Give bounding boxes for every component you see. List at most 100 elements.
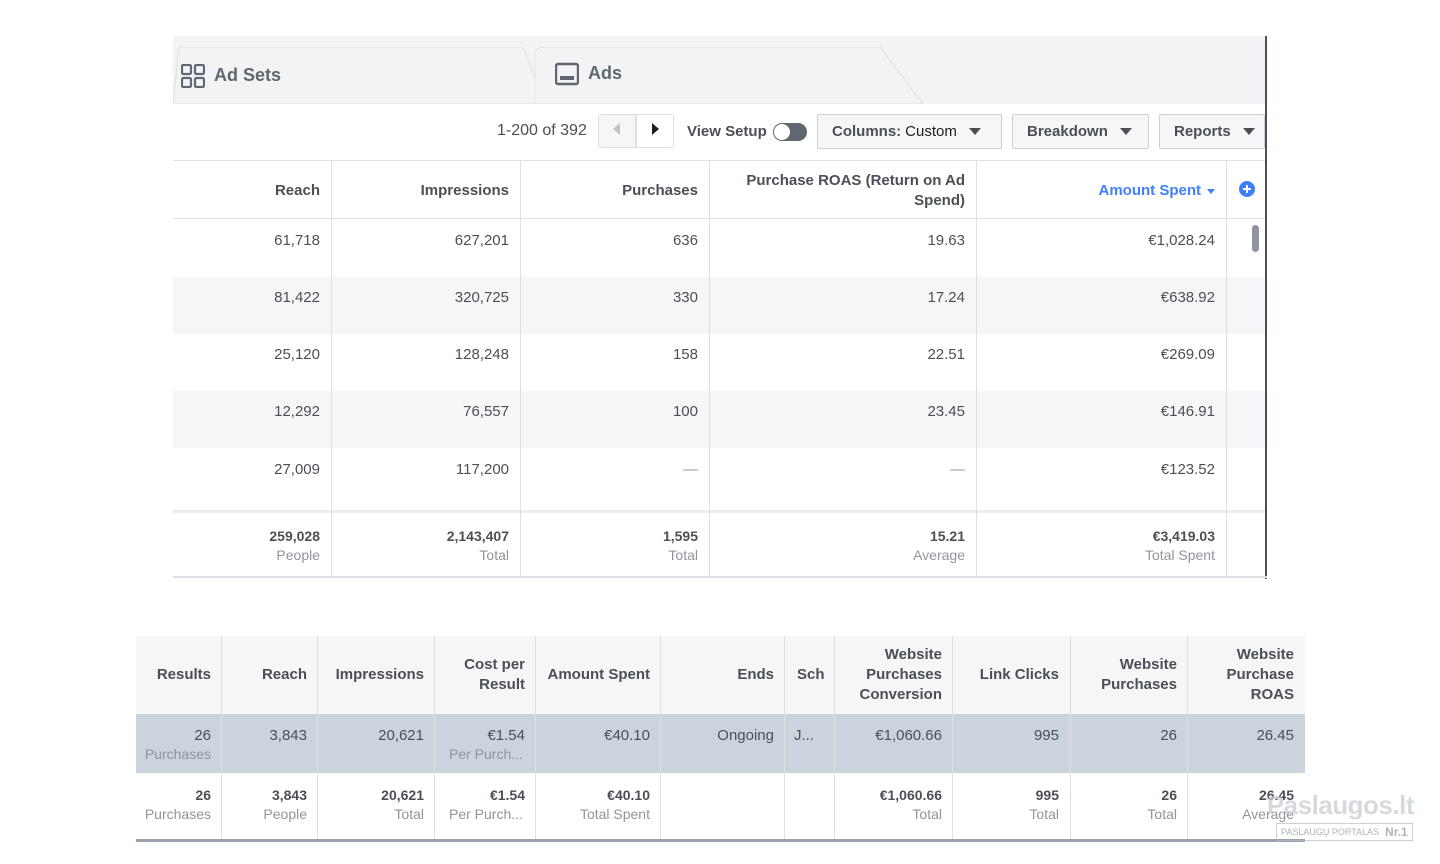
column-header-link-clicks[interactable]: Link Clicks	[980, 665, 1059, 685]
tab-ad-sets[interactable]: Ad Sets	[173, 47, 553, 104]
column-header-schedule[interactable]: Sch	[797, 665, 825, 685]
table-header: Results Reach Impressions Cost per Resul…	[136, 636, 1305, 714]
column-divider	[331, 160, 332, 578]
ad-preview-icon	[555, 62, 579, 86]
cell-amount-spent: €1,028.24	[1148, 232, 1215, 249]
tab-ads[interactable]: Ads	[535, 47, 925, 104]
caret-down-icon	[968, 128, 981, 135]
cell-amount-spent: €40.10	[604, 727, 650, 744]
header-line: Website	[1236, 646, 1294, 663]
column-header-ends[interactable]: Ends	[737, 665, 774, 685]
view-setup-label: View Setup	[687, 123, 767, 140]
summary-amount-spent-value: €3,419.03	[1152, 528, 1215, 544]
tab-label: Ads	[588, 63, 623, 83]
column-header-reach[interactable]: Reach	[275, 181, 320, 201]
sort-descending-icon	[1207, 188, 1215, 194]
pagination-count: 1-200 of 392	[497, 122, 587, 139]
column-header-website-purchases[interactable]: Website Purchases	[1101, 655, 1177, 695]
header-line: Amount Spent	[547, 666, 651, 683]
next-page-button[interactable]	[636, 114, 674, 148]
cell-reach: 3,843	[269, 727, 307, 744]
column-header-reach[interactable]: Reach	[262, 665, 307, 685]
table-bottom-border	[173, 576, 1267, 578]
previous-page-button[interactable]	[598, 114, 636, 148]
watermark-brand: Paslaugos.lt	[1266, 790, 1415, 820]
header-line: Results	[156, 666, 211, 683]
column-header-website-purchase-roas[interactable]: Website Purchase ROAS	[1226, 645, 1294, 705]
column-header-website-purchases-conversion[interactable]: Website Purchases Conversion	[859, 645, 942, 705]
header-line: Result	[479, 676, 525, 693]
column-divider	[660, 636, 661, 840]
cell-results-sub: Purchases	[144, 746, 211, 762]
panel-edge	[1265, 36, 1267, 579]
cell-ends: Ongoing	[717, 727, 774, 744]
column-divider	[952, 636, 953, 840]
cell-amount-spent: €123.52	[1160, 461, 1215, 478]
table-row[interactable]: 81,422 320,725 330 17.24 €638.92	[173, 277, 1265, 334]
column-divider	[976, 160, 977, 578]
cell-schedule: J...	[794, 727, 815, 744]
columns-label: Columns:	[832, 123, 902, 140]
column-divider	[1070, 636, 1071, 840]
summary-website-purchases-value: 26	[1161, 787, 1177, 803]
summary-reach-value: 3,843	[271, 787, 307, 803]
column-header-amount-spent[interactable]: Amount Spent	[1098, 181, 1215, 201]
cell-cost-per-result-sub: Per Purch...	[449, 746, 523, 762]
column-divider	[434, 636, 435, 840]
level-tabs: Ad Sets Ads	[173, 36, 1267, 104]
vertical-scrollbar-thumb[interactable]	[1252, 225, 1259, 252]
table-row-selected[interactable]: 26 Purchases 3,843 20,621 €1.54 Per Purc…	[136, 714, 1305, 773]
reports-dropdown[interactable]: Reports	[1159, 114, 1265, 149]
table-row[interactable]: 61,718 627,201 636 19.63 €1,028.24	[173, 220, 1265, 277]
watermark-badge: Nr.1	[1385, 825, 1408, 839]
add-column-icon[interactable]	[1239, 181, 1255, 202]
table-row[interactable]: 12,292 76,557 100 23.45 €146.91	[173, 391, 1265, 448]
column-divider	[1226, 160, 1227, 578]
summary-purchases-value: 1,595	[662, 528, 698, 544]
breakdown-dropdown[interactable]: Breakdown	[1012, 114, 1149, 149]
view-setup-toggle[interactable]	[773, 123, 807, 141]
cell-website-purchases-conversion: €1,060.66	[875, 727, 942, 744]
cell-amount-spent: €269.09	[1160, 346, 1215, 363]
cell-cost-per-result: €1.54	[487, 727, 525, 744]
table-row[interactable]: 27,009 117,200 — — €123.52	[173, 449, 1265, 506]
table-bottom-border	[136, 839, 1305, 842]
summary-impressions-label: Total	[479, 547, 509, 563]
header-line: Purchase	[1226, 666, 1294, 683]
column-header-amount-spent[interactable]: Amount Spent	[548, 665, 651, 685]
column-header-purchases[interactable]: Purchases	[622, 181, 698, 201]
column-header-purchase-roas[interactable]: Purchase ROAS (Return on Ad Spend)	[746, 171, 965, 211]
column-header-cost-per-result[interactable]: Cost per Result	[464, 655, 525, 695]
cell-reach: 25,120	[274, 346, 320, 363]
summary-link-clicks-value: 995	[1035, 787, 1059, 803]
cell-reach: 12,292	[274, 403, 320, 420]
table-row[interactable]: 25,120 128,248 158 22.51 €269.09	[173, 334, 1265, 391]
header-line: Cost per	[464, 656, 525, 673]
cell-reach: 81,422	[274, 289, 320, 306]
summary-amount-spent-label: Total Spent	[579, 806, 650, 822]
caret-down-icon	[1119, 128, 1132, 135]
summary-cost-per-result-label: Per Purch...	[449, 806, 523, 822]
cell-reach: 27,009	[274, 461, 320, 478]
header-label: Amount Spent	[1098, 182, 1202, 199]
caret-left-icon	[612, 122, 622, 140]
header-line: Link Clicks	[979, 666, 1059, 683]
summary-amount-spent-label: Total Spent	[1144, 547, 1215, 563]
cell-website-purchase-roas: 26.45	[1256, 727, 1294, 744]
cell-impressions: 76,557	[463, 403, 509, 420]
cell-impressions: 20,621	[378, 727, 424, 744]
caret-down-icon	[1242, 128, 1255, 135]
cell-impressions: 128,248	[454, 346, 509, 363]
column-header-impressions[interactable]: Impressions	[421, 181, 509, 201]
summary-results-label: Purchases	[144, 806, 211, 822]
column-header-results[interactable]: Results	[157, 665, 211, 685]
header-line: Reach	[261, 666, 307, 683]
cell-impressions: 627,201	[454, 232, 509, 249]
columns-dropdown[interactable]: Columns: Custom	[817, 114, 1002, 149]
reports-label: Reports	[1174, 123, 1231, 140]
header-line: Website	[884, 646, 942, 663]
summary-roas-label: Average	[913, 547, 965, 563]
column-header-impressions[interactable]: Impressions	[336, 665, 424, 685]
cell-amount-spent: €638.92	[1160, 289, 1215, 306]
breakdown-label: Breakdown	[1027, 123, 1108, 140]
